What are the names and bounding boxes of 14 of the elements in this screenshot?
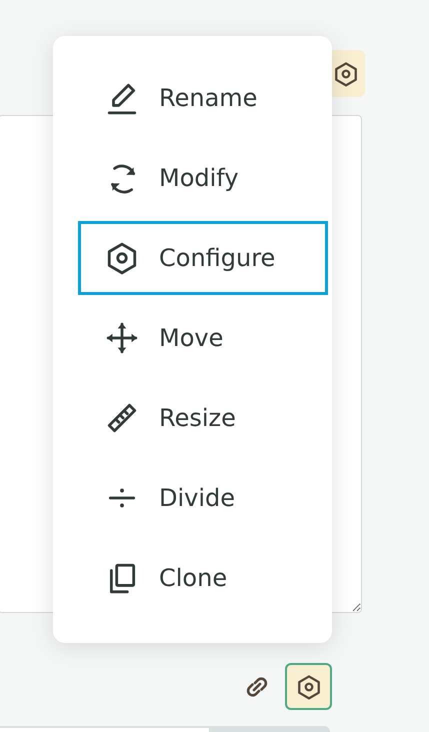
menu-item[interactable]: Move — [78, 301, 328, 375]
settings-icon — [333, 60, 359, 88]
settings-icon — [296, 672, 322, 700]
menu-item[interactable]: Rename — [78, 61, 328, 135]
menu-item[interactable]: Resize — [78, 381, 328, 455]
settings-button[interactable] — [285, 663, 332, 710]
menu-item[interactable]: Divide — [78, 461, 328, 535]
pencil-icon — [105, 81, 139, 115]
settings-icon — [105, 241, 139, 275]
menu-item[interactable]: Modify — [78, 141, 328, 215]
ruler-icon — [105, 401, 139, 435]
move-icon — [105, 321, 139, 355]
menu-item[interactable]: Clone — [78, 541, 328, 615]
menu-item[interactable]: Configure — [78, 221, 328, 295]
